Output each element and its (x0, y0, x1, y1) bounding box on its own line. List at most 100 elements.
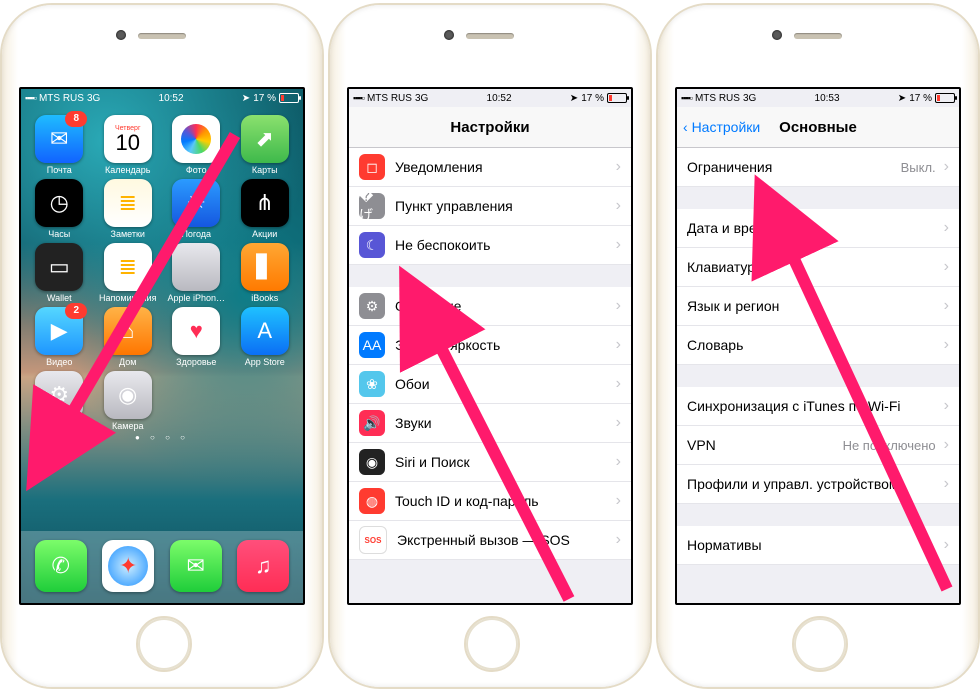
phone-frame-1: ▪▪▪▪▫ MTS RUS 3G 10:52 ➤ 17 % ✉︎8ПочтаЧе… (2, 5, 322, 687)
general-row-itunes-wifi[interactable]: Синхронизация с iTunes по Wi-Fi› (677, 387, 959, 426)
general-row-keyboard[interactable]: Клавиатура› (677, 248, 959, 287)
app-health[interactable]: ♥Здоровье (166, 307, 226, 367)
chevron-right-icon: › (616, 158, 621, 176)
control-center-icon: �げ (359, 193, 385, 219)
appstore-icon: A (241, 307, 289, 355)
app-label: Заметки (98, 229, 158, 239)
settings-row-notifications[interactable]: ◻Уведомления› (349, 148, 631, 187)
battery-icon (607, 93, 627, 103)
app-label: Календарь (98, 165, 158, 175)
app-label: Напоминания (98, 293, 158, 303)
wallpaper-icon: ❀ (359, 371, 385, 397)
app-photos[interactable]: Фото (166, 115, 226, 175)
app-tips[interactable]: Apple iPhon… (166, 243, 226, 303)
app-label: Часы (29, 229, 89, 239)
maps-icon: ⬈ (241, 115, 289, 163)
signal-bars-icon: ▪▪▪▪▫ (25, 93, 36, 103)
chevron-right-icon: › (944, 436, 949, 454)
row-label: Ограничения (687, 159, 772, 175)
app-settings[interactable]: ⚙ Настройки (29, 371, 89, 431)
app-mail[interactable]: ✉︎8 Почта (29, 115, 89, 175)
general-row-restrictions[interactable]: Ограничения Выкл. › (677, 148, 959, 187)
app-home[interactable]: ⌂Дом (98, 307, 158, 367)
touchid-icon: ◍ (359, 488, 385, 514)
app-weather[interactable]: ☀Погода (166, 179, 226, 239)
row-label: Уведомления (395, 159, 483, 175)
battery-icon (279, 93, 299, 103)
signal-bars-icon: ▪▪▪▪▫ (681, 93, 692, 103)
settings-row-wallpaper[interactable]: ❀Обои› (349, 365, 631, 404)
dock-safari[interactable]: ✦ (102, 540, 154, 592)
carrier-label: MTS RUS (39, 93, 84, 104)
general-row-profiles[interactable]: Профили и управл. устройством › (677, 465, 959, 504)
chevron-right-icon: › (944, 475, 949, 493)
chevron-right-icon: › (616, 414, 621, 432)
row-label: Touch ID и код-пароль (395, 493, 539, 509)
chevron-right-icon: › (944, 158, 949, 176)
carrier-label: MTS RUS (695, 93, 740, 104)
home-button[interactable] (136, 616, 192, 672)
settings-row-control-center[interactable]: �げПункт управления› (349, 187, 631, 226)
settings-row-sounds[interactable]: 🔊Звуки› (349, 404, 631, 443)
app-label: Wallet (29, 293, 89, 303)
settings-icon: ⚙ (35, 371, 83, 419)
calendar-icon: Четверг10 (104, 115, 152, 163)
chevron-right-icon: › (944, 219, 949, 237)
settings-row-touchid[interactable]: ◍Touch ID и код-пароль› (349, 482, 631, 521)
app-stocks[interactable]: ⋔Акции (235, 179, 295, 239)
sos-icon: SOS (359, 526, 387, 554)
app-ibooks[interactable]: ▋iBooks (235, 243, 295, 303)
network-label: 3G (743, 93, 756, 104)
general-row-dictionary[interactable]: Словарь› (677, 326, 959, 365)
reminders-icon: ≣ (104, 243, 152, 291)
app-label: Почта (29, 165, 89, 175)
general-row-language[interactable]: Язык и регион› (677, 287, 959, 326)
carrier-label: MTS RUS (367, 93, 412, 104)
mail-icon: ✉︎8 (35, 115, 83, 163)
home-button[interactable] (464, 616, 520, 672)
phone-frame-2: ▪▪▪▪▫ MTS RUS 3G 10:52 ➤ 17 % Настройки … (330, 5, 650, 687)
app-notes[interactable]: ≣Заметки (98, 179, 158, 239)
app-label: Фото (166, 165, 226, 175)
home-button[interactable] (792, 616, 848, 672)
row-label: Дата и время (687, 220, 774, 236)
wallet-icon: ▭ (35, 243, 83, 291)
app-wallet[interactable]: ▭ Wallet (29, 243, 89, 303)
settings-row-dnd[interactable]: ☾Не беспокоить› (349, 226, 631, 265)
status-bar: ▪▪▪▪▫ MTS RUS 3G 10:53 ➤ 17 % (677, 89, 959, 107)
settings-row-sos[interactable]: SOSЭкстренный вызов — SOS› (349, 521, 631, 560)
settings-row-siri[interactable]: ◉Siri и Поиск› (349, 443, 631, 482)
dock-music[interactable]: ♫ (237, 540, 289, 592)
chevron-right-icon: › (616, 297, 621, 315)
page-dots[interactable]: ● ○ ○ ○ (21, 433, 303, 442)
app-label: Настройки (29, 421, 89, 431)
app-camera[interactable]: ◉Камера (98, 371, 158, 431)
app-label: Карты (235, 165, 295, 175)
general-row-date-time[interactable]: Дата и время › (677, 209, 959, 248)
app-clock[interactable]: ◷Часы (29, 179, 89, 239)
settings-row-general[interactable]: ⚙Основные› (349, 287, 631, 326)
app-reminders[interactable]: ≣ Напоминания (98, 243, 158, 303)
row-value: Выкл. (901, 160, 936, 175)
app-label: Акции (235, 229, 295, 239)
app-label: Дом (98, 357, 158, 367)
settings-row-display[interactable]: AAЭкран и яркость› (349, 326, 631, 365)
weather-icon: ☀ (172, 179, 220, 227)
app-label: Камера (98, 421, 158, 431)
app-videos[interactable]: ▶2Видео (29, 307, 89, 367)
dock-messages[interactable]: ✉︎ (170, 540, 222, 592)
app-appstore[interactable]: AApp Store (235, 307, 295, 367)
general-list: ОграниченияВыкл.›Дата и время›Клавиатура… (677, 148, 959, 565)
general-row-regulatory[interactable]: Нормативы› (677, 526, 959, 565)
app-maps[interactable]: ⬈ Карты (235, 115, 295, 175)
chevron-right-icon: › (944, 258, 949, 276)
dock-phone[interactable]: ✆ (35, 540, 87, 592)
nav-title: Основные (779, 119, 857, 136)
back-button[interactable]: ‹ Настройки (683, 119, 760, 135)
sounds-icon: 🔊 (359, 410, 385, 436)
app-calendar[interactable]: Четверг10 Календарь (98, 115, 158, 175)
row-label: Профили и управл. устройством (687, 476, 899, 492)
settings-list: ◻Уведомления›�げПункт управления›☾Не бесп… (349, 148, 631, 560)
ibooks-icon: ▋ (241, 243, 289, 291)
general-row-vpn[interactable]: VPNНе подключено› (677, 426, 959, 465)
